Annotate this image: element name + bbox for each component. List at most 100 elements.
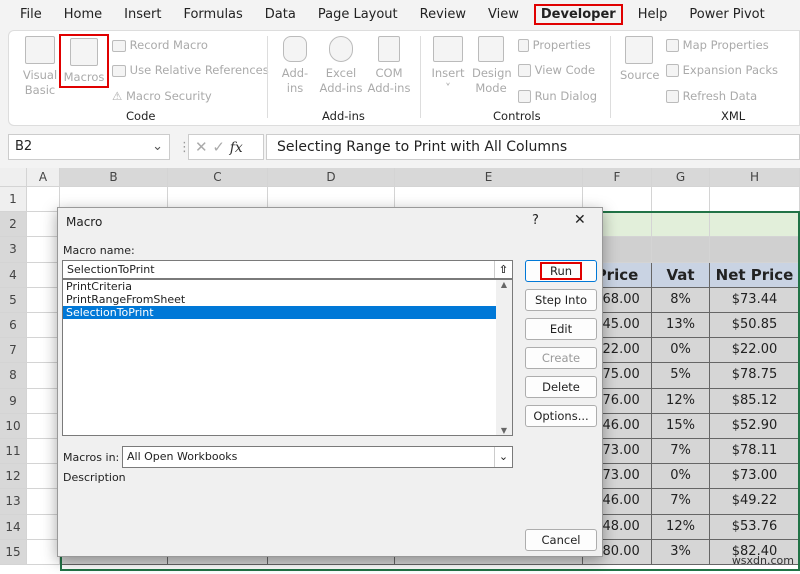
tab-file[interactable]: File <box>20 7 42 22</box>
visual-basic-button[interactable]: Visual Basic <box>22 36 58 98</box>
row-header[interactable]: 9 <box>0 388 27 414</box>
cell[interactable] <box>27 363 60 389</box>
upload-arrow-icon[interactable]: ⇧ <box>494 261 512 278</box>
view-code-button[interactable]: View Code <box>518 63 595 77</box>
tab-review[interactable]: Review <box>420 7 466 22</box>
formula-input[interactable]: Selecting Range to Print with All Column… <box>266 134 800 160</box>
row-header[interactable]: 14 <box>0 514 27 540</box>
use-relative-references-button[interactable]: Use Relative References <box>112 63 269 77</box>
table-cell[interactable]: 8% <box>652 287 710 313</box>
row-header[interactable]: 5 <box>0 287 27 313</box>
macros-in-select[interactable]: All Open Workbooks ⌄ <box>122 446 513 468</box>
enter-icon[interactable]: ✓ <box>212 138 225 156</box>
table-cell[interactable]: 12% <box>652 388 710 414</box>
cell[interactable] <box>27 539 60 565</box>
function-icon[interactable]: fx <box>230 140 243 156</box>
row-header[interactable]: 11 <box>0 439 27 465</box>
scrollbar[interactable]: ▲ ▼ <box>496 280 512 435</box>
row-header[interactable]: 2 <box>0 212 27 238</box>
table-cell[interactable]: $52.90 <box>710 413 800 439</box>
cell[interactable] <box>27 514 60 540</box>
table-cell[interactable]: 7% <box>652 489 710 515</box>
cell[interactable] <box>652 187 710 213</box>
cell[interactable] <box>27 413 60 439</box>
row-header[interactable]: 4 <box>0 262 27 288</box>
cell[interactable] <box>652 212 710 238</box>
table-cell[interactable]: $22.00 <box>710 338 800 364</box>
tab-data[interactable]: Data <box>265 7 296 22</box>
cell[interactable] <box>27 313 60 339</box>
table-cell[interactable]: $53.76 <box>710 514 800 540</box>
table-cell[interactable]: $73.44 <box>710 287 800 313</box>
step-into-button[interactable]: Step Into <box>525 289 597 311</box>
close-button[interactable]: ✕ <box>574 212 586 228</box>
row-header[interactable]: 12 <box>0 464 27 490</box>
table-cell[interactable]: 0% <box>652 338 710 364</box>
cell[interactable] <box>27 489 60 515</box>
tab-developer[interactable]: Developer <box>533 3 623 25</box>
table-header-cell[interactable]: Vat <box>652 262 710 288</box>
row-header[interactable]: 13 <box>0 489 27 515</box>
cell[interactable] <box>27 439 60 465</box>
cell[interactable] <box>27 464 60 490</box>
row-header[interactable]: 15 <box>0 539 27 565</box>
tab-help[interactable]: Help <box>638 7 668 22</box>
cell[interactable] <box>710 237 800 263</box>
table-cell[interactable]: 15% <box>652 413 710 439</box>
expansion-packs-button[interactable]: Expansion Packs <box>666 63 778 77</box>
cell[interactable] <box>27 262 60 288</box>
table-cell[interactable]: $49.22 <box>710 489 800 515</box>
tab-power-pivot[interactable]: Power Pivot <box>689 7 764 22</box>
tab-home[interactable]: Home <box>64 7 102 22</box>
refresh-data-button[interactable]: Refresh Data <box>666 89 757 103</box>
table-cell[interactable]: $50.85 <box>710 313 800 339</box>
tab-insert[interactable]: Insert <box>124 7 161 22</box>
com-addins-button[interactable]: COM Add-ins <box>366 36 412 96</box>
cell[interactable] <box>652 237 710 263</box>
table-cell[interactable]: 0% <box>652 464 710 490</box>
excel-addins-button[interactable]: Excel Add-ins <box>318 36 364 96</box>
cell[interactable] <box>27 388 60 414</box>
row-header[interactable]: 3 <box>0 237 27 263</box>
tab-view[interactable]: View <box>488 7 519 22</box>
cell[interactable] <box>710 187 800 213</box>
column-header[interactable]: H <box>710 168 800 187</box>
row-header[interactable]: 10 <box>0 413 27 439</box>
insert-control-button[interactable]: Insert ˅ <box>430 36 466 96</box>
column-header[interactable]: C <box>168 168 268 187</box>
scroll-up-icon[interactable]: ▲ <box>496 280 512 289</box>
name-box[interactable]: B2 ⌄ <box>8 134 170 160</box>
column-header[interactable]: G <box>652 168 710 187</box>
cell[interactable] <box>27 187 60 213</box>
table-cell[interactable]: 13% <box>652 313 710 339</box>
cell[interactable] <box>27 287 60 313</box>
cancel-icon[interactable]: ✕ <box>195 138 208 156</box>
addins-button[interactable]: Add-ins <box>278 36 312 96</box>
cell[interactable] <box>710 212 800 238</box>
column-header[interactable]: A <box>27 168 60 187</box>
macro-security-button[interactable]: ⚠ Macro Security <box>112 89 212 103</box>
table-cell[interactable]: 7% <box>652 439 710 465</box>
macro-name-input[interactable]: SelectionToPrint ⇧ <box>62 260 513 279</box>
table-cell[interactable]: $78.11 <box>710 439 800 465</box>
tab-formulas[interactable]: Formulas <box>183 7 242 22</box>
properties-button[interactable]: Properties <box>518 38 591 52</box>
column-header[interactable]: B <box>60 168 168 187</box>
row-header[interactable]: 6 <box>0 313 27 339</box>
table-cell[interactable]: $78.75 <box>710 363 800 389</box>
table-cell[interactable]: $85.12 <box>710 388 800 414</box>
run-dialog-button[interactable]: Run Dialog <box>518 89 597 103</box>
select-all-corner[interactable] <box>0 168 27 187</box>
table-cell[interactable]: 5% <box>652 363 710 389</box>
scroll-down-icon[interactable]: ▼ <box>496 426 512 435</box>
delete-button[interactable]: Delete <box>525 376 597 398</box>
column-header[interactable]: D <box>268 168 395 187</box>
row-header[interactable]: 7 <box>0 338 27 364</box>
create-button[interactable]: Create <box>525 347 597 369</box>
table-cell[interactable]: 12% <box>652 514 710 540</box>
edit-button[interactable]: Edit <box>525 318 597 340</box>
tab-page-layout[interactable]: Page Layout <box>318 7 398 22</box>
macro-list-item[interactable]: PrintCriteria <box>63 280 496 293</box>
table-cell[interactable]: 3% <box>652 539 710 565</box>
macro-list-item[interactable]: SelectionToPrint <box>63 306 496 319</box>
